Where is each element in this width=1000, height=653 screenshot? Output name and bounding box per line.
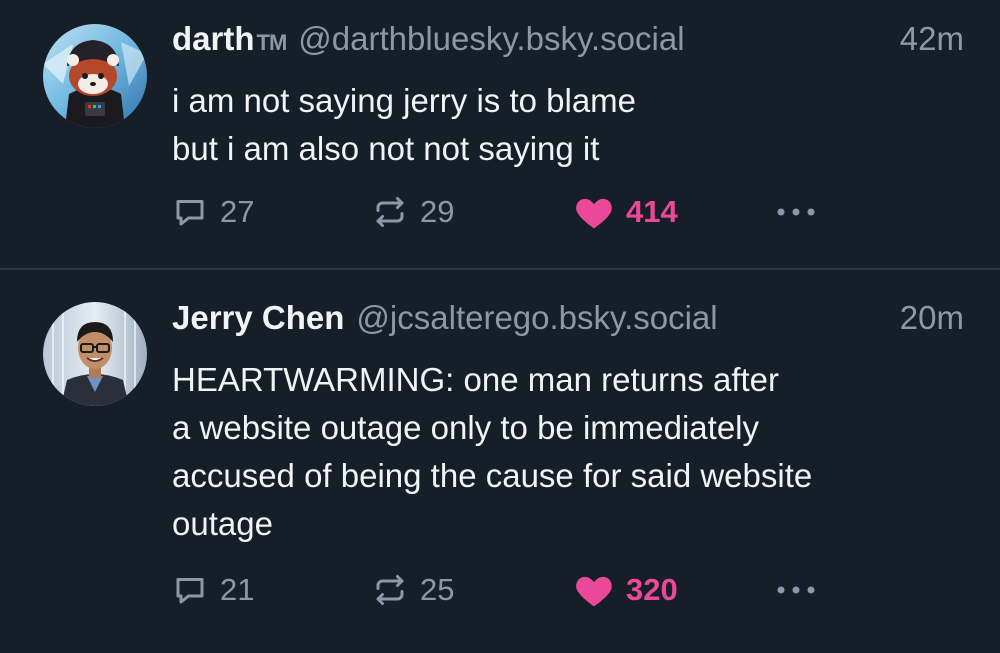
heart-icon xyxy=(574,194,614,230)
ellipsis-icon xyxy=(774,206,818,218)
repost-count: 29 xyxy=(420,194,455,229)
like-count: 320 xyxy=(626,572,678,607)
more-options-button[interactable] xyxy=(774,570,818,610)
repost-count: 25 xyxy=(420,572,455,607)
user-handle[interactable]: @jcsalterego.bsky.social xyxy=(356,299,717,337)
avatar[interactable] xyxy=(43,302,147,406)
repost-arrows-icon xyxy=(372,194,408,230)
post-text: i am not saying jerry is to blame but i … xyxy=(172,82,637,167)
reply-button[interactable]: 21 xyxy=(172,570,254,610)
like-button[interactable]: 320 xyxy=(574,570,678,610)
repost-button[interactable]: 29 xyxy=(372,192,454,232)
repost-button[interactable]: 25 xyxy=(372,570,454,610)
like-count: 414 xyxy=(626,194,678,229)
post-timestamp[interactable]: 42m xyxy=(900,20,964,58)
post-actions: 21 25 320 xyxy=(172,570,852,610)
post[interactable]: darth TM @darthbluesky.bsky.social 42m i… xyxy=(0,0,1000,270)
post-text: HEARTWARMING: one man returns after a we… xyxy=(172,361,813,542)
post-header: darth TM @darthbluesky.bsky.social 42m xyxy=(172,20,964,64)
post-header: Jerry Chen @jcsalterego.bsky.social 20m xyxy=(172,299,964,343)
speech-bubble-icon xyxy=(172,194,208,230)
post-timestamp[interactable]: 20m xyxy=(900,299,964,337)
name-badge: TM xyxy=(256,30,288,55)
display-name[interactable]: darth xyxy=(172,20,255,58)
post-actions: 27 29 414 xyxy=(172,192,852,232)
ellipsis-icon xyxy=(774,584,818,596)
heart-icon xyxy=(574,572,614,608)
like-button[interactable]: 414 xyxy=(574,192,678,232)
post[interactable]: Jerry Chen @jcsalterego.bsky.social 20m … xyxy=(0,272,1000,653)
speech-bubble-icon xyxy=(172,572,208,608)
reply-button[interactable]: 27 xyxy=(172,192,254,232)
avatar[interactable] xyxy=(43,24,147,128)
reply-count: 21 xyxy=(220,572,255,607)
more-options-button[interactable] xyxy=(774,192,818,232)
reply-count: 27 xyxy=(220,194,255,229)
user-handle[interactable]: @darthbluesky.bsky.social xyxy=(298,20,684,58)
repost-arrows-icon xyxy=(372,572,408,608)
display-name[interactable]: Jerry Chen xyxy=(172,299,344,337)
